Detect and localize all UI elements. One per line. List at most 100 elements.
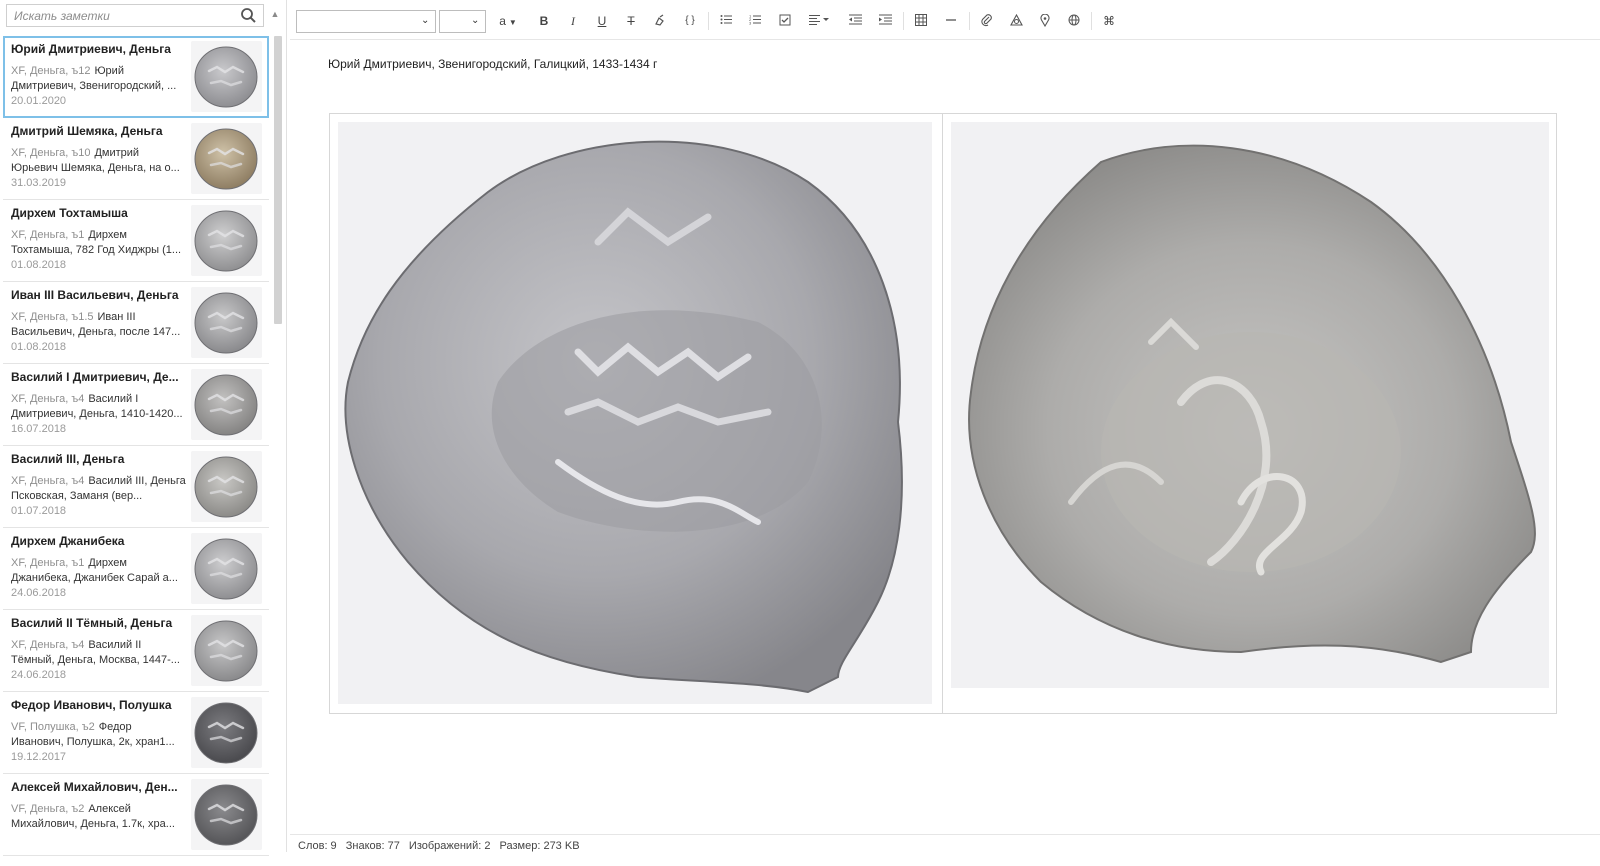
- sidebar-scrollbar[interactable]: [274, 36, 282, 324]
- note-title: Василий II Тёмный, Деньга: [11, 616, 173, 630]
- note-list-item[interactable]: Алексей Михайлович, Ден... VF, Деньга, ъ2…: [3, 774, 269, 856]
- note-date: 20.01.2020: [11, 95, 67, 107]
- note-list-item[interactable]: Дирхем Тохтамыша XF, Деньга, ъ1 Дирхем Тох…: [3, 200, 269, 282]
- coin-obverse-image[interactable]: [338, 122, 932, 704]
- note-thumbnail: [191, 369, 262, 440]
- underline-icon[interactable]: U: [593, 11, 611, 31]
- note-thumbnail: [191, 123, 262, 194]
- word-count: Слов: 9: [298, 840, 337, 852]
- table-icon[interactable]: [912, 11, 930, 31]
- images-table[interactable]: [329, 113, 1557, 714]
- note-date: 24.06.2018: [11, 669, 67, 681]
- table-column-divider: [942, 114, 943, 713]
- note-date: 01.07.2018: [11, 505, 67, 517]
- note-date: 31.03.2019: [11, 177, 67, 189]
- note-thumbnail: [191, 451, 262, 522]
- horizontal-rule-icon[interactable]: [942, 11, 960, 31]
- bulleted-list-icon[interactable]: [717, 11, 735, 31]
- search-icon[interactable]: [240, 7, 257, 24]
- notes-list: Юрий Дмитриевич, Деньга XF, Деньга, ъ12 Юр…: [3, 36, 269, 856]
- note-snippet: XF, Деньга, ъ1 Дирхем Тохтамыша, 782 Год …: [11, 228, 186, 258]
- search-input[interactable]: [7, 5, 237, 26]
- note-snippet: XF, Деньга, ъ4 Василий III, Деньга Псковс…: [11, 474, 186, 504]
- note-tags: XF, Деньга, ъ4: [11, 475, 85, 487]
- coin-reverse-image[interactable]: [951, 122, 1549, 688]
- svg-text:3: 3: [749, 21, 752, 26]
- checklist-icon[interactable]: [776, 11, 794, 31]
- note-tags: VF, Деньга, ъ2: [11, 803, 85, 815]
- note-date: 01.08.2018: [11, 341, 67, 353]
- search-box[interactable]: [6, 4, 264, 27]
- note-size: Размер: 273 KB: [499, 840, 580, 852]
- text-color-button[interactable]: a ▼: [496, 11, 520, 31]
- note-snippet: XF, Деньга, ъ4 Василий I Дмитриевич, День…: [11, 392, 186, 422]
- note-tags: VF, Полушка, ъ2: [11, 721, 95, 733]
- note-title: Дирхем Тохтамыша: [11, 206, 128, 220]
- outdent-icon[interactable]: [846, 11, 864, 31]
- italic-icon[interactable]: I: [564, 11, 582, 31]
- indent-icon[interactable]: [876, 11, 894, 31]
- note-list-item[interactable]: Дирхем Джанибека XF, Деньга, ъ1 Дирхем Джа…: [3, 528, 269, 610]
- font-size-select[interactable]: ⌄: [439, 10, 486, 33]
- note-thumbnail: [191, 533, 262, 604]
- note-title: Дмитрий Шемяка, Деньга: [11, 124, 163, 138]
- note-date: 16.07.2018: [11, 423, 67, 435]
- note-snippet: VF, Деньга, ъ2 Алексей Михайлович, Деньга…: [11, 802, 186, 832]
- note-tags: XF, Деньга, ъ4: [11, 639, 85, 651]
- note-date: 01.08.2018: [11, 259, 67, 271]
- note-snippet: VF, Полушка, ъ2 Федор Иванович, Полушка, …: [11, 720, 186, 750]
- note-title: Дирхем Джанибека: [11, 534, 125, 548]
- image-count: Изображений: 2: [408, 840, 491, 852]
- note-title: Василий III, Деньга: [11, 452, 125, 466]
- toolbar-separator: [1091, 12, 1092, 30]
- globe-icon[interactable]: [1065, 11, 1083, 31]
- scroll-up-arrow-icon[interactable]: ▲: [269, 8, 281, 20]
- note-tags: XF, Деньга, ъ1.5: [11, 311, 94, 323]
- toolbar-separator: [969, 12, 970, 30]
- note-title: Иван III Васильевич, Деньга: [11, 288, 179, 302]
- note-list-item[interactable]: Василий I Дмитриевич, Де... XF, Деньга, ъ…: [3, 364, 269, 446]
- toolbar-separator: [708, 12, 709, 30]
- align-icon[interactable]: [806, 11, 834, 31]
- note-list-item[interactable]: Иван III Васильевич, Деньга XF, Деньга, ъ…: [3, 282, 269, 364]
- note-date: 19.12.2017: [11, 751, 67, 763]
- editor-toolbar: ⌄ ⌄ a ▼ B I U T { } 123 ⌘: [290, 0, 1600, 40]
- note-tags: XF, Деньга, ъ12: [11, 65, 91, 77]
- note-title: Юрий Дмитриевич, Деньга: [11, 42, 171, 56]
- chevron-down-icon: ⌄: [421, 15, 430, 26]
- note-list-item[interactable]: Василий II Тёмный, Деньга XF, Деньга, ъ4 В…: [3, 610, 269, 692]
- note-thumbnail: [191, 287, 262, 358]
- note-snippet: XF, Деньга, ъ1 Дирхем Джанибека, Джанибек…: [11, 556, 186, 586]
- code-icon[interactable]: { }: [681, 11, 699, 31]
- note-title: Алексей Михайлович, Ден...: [11, 780, 178, 794]
- note-list-item[interactable]: Юрий Дмитриевич, Деньга XF, Деньга, ъ12 Юр…: [3, 36, 269, 118]
- note-snippet: XF, Деньга, ъ4 Василий II Тёмный, Деньга,…: [11, 638, 186, 668]
- strikethrough-icon[interactable]: T: [622, 11, 640, 31]
- note-editor[interactable]: Юрий Дмитриевич, Звенигородский, Галицки…: [290, 41, 1600, 834]
- note-thumbnail: [191, 779, 262, 850]
- note-list-item[interactable]: Федор Иванович, Полушка VF, Полушка, ъ2 Фе…: [3, 692, 269, 774]
- note-thumbnail: [191, 205, 262, 276]
- note-list-item[interactable]: Дмитрий Шемяка, Деньга XF, Деньга, ъ10 Дми…: [3, 118, 269, 200]
- note-tags: XF, Деньга, ъ1: [11, 557, 85, 569]
- note-date: 24.06.2018: [11, 587, 67, 599]
- note-snippet: XF, Деньга, ъ12 Юрий Дмитриевич, Звенигор…: [11, 64, 186, 94]
- drawing-icon[interactable]: [1007, 11, 1025, 31]
- numbered-list-icon[interactable]: 123: [746, 11, 764, 31]
- note-snippet: XF, Деньга, ъ10 Дмитрий Юрьевич Шемяка, Д…: [11, 146, 186, 176]
- map-pin-icon[interactable]: [1036, 11, 1054, 31]
- chevron-down-icon: ⌄: [471, 15, 480, 26]
- font-family-select[interactable]: ⌄: [296, 10, 436, 33]
- note-list-item[interactable]: Василий III, Деньга XF, Деньга, ъ4 Василий…: [3, 446, 269, 528]
- bold-icon[interactable]: B: [535, 11, 553, 31]
- attachment-icon[interactable]: [978, 11, 996, 31]
- command-icon[interactable]: ⌘: [1100, 11, 1118, 31]
- note-tags: XF, Деньга, ъ4: [11, 393, 85, 405]
- note-thumbnail: [191, 615, 262, 686]
- notes-sidebar: ▲ Юрий Дмитриевич, ДеньгаXF, Деньга, ъ12…: [0, 0, 287, 856]
- toolbar-separator: [903, 12, 904, 30]
- text-color-label: a: [499, 14, 506, 28]
- note-title: Василий I Дмитриевич, Де...: [11, 370, 179, 384]
- highlight-icon[interactable]: [651, 11, 669, 31]
- note-snippet: XF, Деньга, ъ1.5 Иван III Васильевич, Ден…: [11, 310, 186, 340]
